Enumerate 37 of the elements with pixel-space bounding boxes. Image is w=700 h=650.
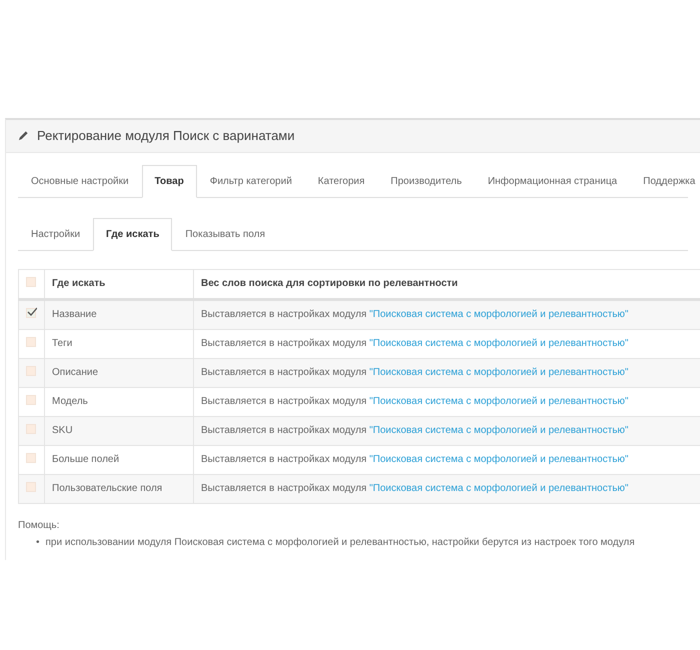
tab[interactable]: Где искать [93, 218, 172, 250]
table-cell: Выставляется в настройках модуля "Поисковая система с морфологией и релевантностью" [194, 299, 700, 329]
help-title: Помощь: [18, 518, 60, 532]
table-cell: Модель [44, 387, 194, 416]
table-cell: Название [44, 299, 194, 329]
table-cell: Описание [44, 358, 194, 387]
bullet: • [36, 536, 40, 550]
tab[interactable]: Товар [142, 164, 197, 198]
tab[interactable]: Фильтр категорий [196, 164, 305, 198]
table-cell: Больше полей [44, 445, 194, 474]
table-cell: Выставляется в настройках модуля "Поисковая система с морфологией и релевантностью" [194, 358, 700, 387]
module-link[interactable]: "Поисковая система с морфологией и релевантностью" [369, 454, 628, 464]
checkbox[interactable] [26, 424, 36, 434]
tab[interactable]: Показывать поля [172, 218, 278, 250]
pencil-icon [18, 130, 29, 142]
tab[interactable]: Основные настройки [18, 164, 142, 198]
module-link[interactable]: "Поисковая система с морфологией и релевантностью" [369, 338, 628, 348]
table-cell: Выставляется в настройках модуля "Поисковая система с морфологией и релевантностью" [194, 474, 700, 503]
checkbox[interactable] [26, 452, 36, 462]
tab[interactable]: Информационная страница [474, 164, 630, 198]
module-link[interactable]: "Поисковая система с морфологией и релевантностью" [369, 396, 628, 406]
checkbox[interactable] [26, 308, 36, 318]
checkbox[interactable] [26, 482, 36, 492]
tab[interactable]: Поддержка [630, 164, 700, 198]
tab[interactable]: Категория [304, 164, 378, 198]
tab[interactable]: Производитель [378, 164, 475, 198]
panel-title: Ректирование модуля Поиск с варинатами [37, 127, 295, 145]
checkbox[interactable] [26, 276, 36, 286]
checkbox[interactable] [26, 394, 36, 404]
table-cell: SKU [44, 416, 194, 445]
table-cell: Теги [44, 329, 194, 358]
table-cell: Выставляется в настройках модуля "Поисковая система с морфологией и релевантностью" [194, 416, 700, 445]
tab[interactable]: Настройки [18, 218, 94, 250]
checkbox[interactable] [26, 366, 36, 376]
help-item: при использовании модуля Поисковая система с морфологией и релевантностью, настройки берутся из настроек того модуля [46, 536, 635, 550]
checkbox[interactable] [26, 336, 36, 346]
table-cell: Пользовательские поля [44, 474, 194, 503]
